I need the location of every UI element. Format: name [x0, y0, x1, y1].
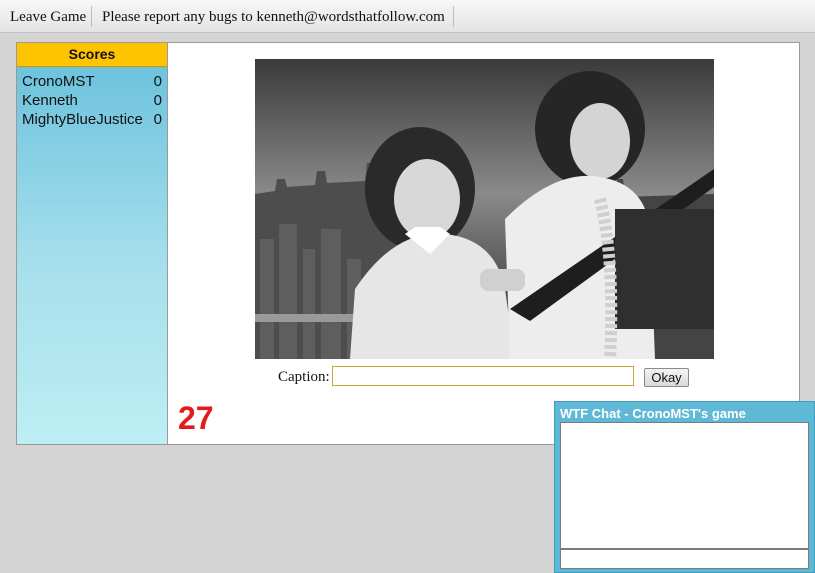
player-score: 0 — [153, 111, 162, 128]
score-row: Kenneth 0 — [17, 91, 167, 110]
player-name: Kenneth — [22, 92, 78, 109]
score-list: CronoMST 0 Kenneth 0 MightyBlueJustice 0 — [17, 67, 167, 129]
countdown-timer: 27 — [178, 400, 214, 436]
player-score: 0 — [153, 92, 162, 109]
leave-game-button[interactable]: Leave Game — [4, 7, 90, 27]
caption-photo — [255, 59, 714, 359]
chat-input[interactable] — [560, 549, 809, 569]
player-name: MightyBlueJustice — [22, 111, 143, 128]
game-frame: Scores CronoMST 0 Kenneth 0 MightyBlueJu… — [16, 42, 800, 445]
chat-title: WTF Chat - CronoMST's game — [560, 406, 746, 421]
player-score: 0 — [153, 73, 162, 90]
caption-label: Caption: — [278, 369, 330, 385]
caption-input[interactable] — [332, 366, 634, 386]
bug-report-notice: Please report any bugs to kenneth@wordst… — [102, 9, 445, 25]
scores-panel: Scores CronoMST 0 Kenneth 0 MightyBlueJu… — [17, 43, 168, 444]
okay-button[interactable]: Okay — [644, 368, 689, 387]
menu-bar: Leave Game Please report any bugs to ken… — [0, 0, 815, 33]
score-row: MightyBlueJustice 0 — [17, 110, 167, 129]
menu-divider — [453, 6, 454, 27]
score-row: CronoMST 0 — [17, 72, 167, 91]
chat-panel: WTF Chat - CronoMST's game — [554, 401, 815, 573]
player-name: CronoMST — [22, 73, 95, 90]
scores-title: Scores — [17, 43, 167, 67]
menu-divider — [91, 6, 92, 27]
chat-log[interactable] — [560, 422, 809, 549]
